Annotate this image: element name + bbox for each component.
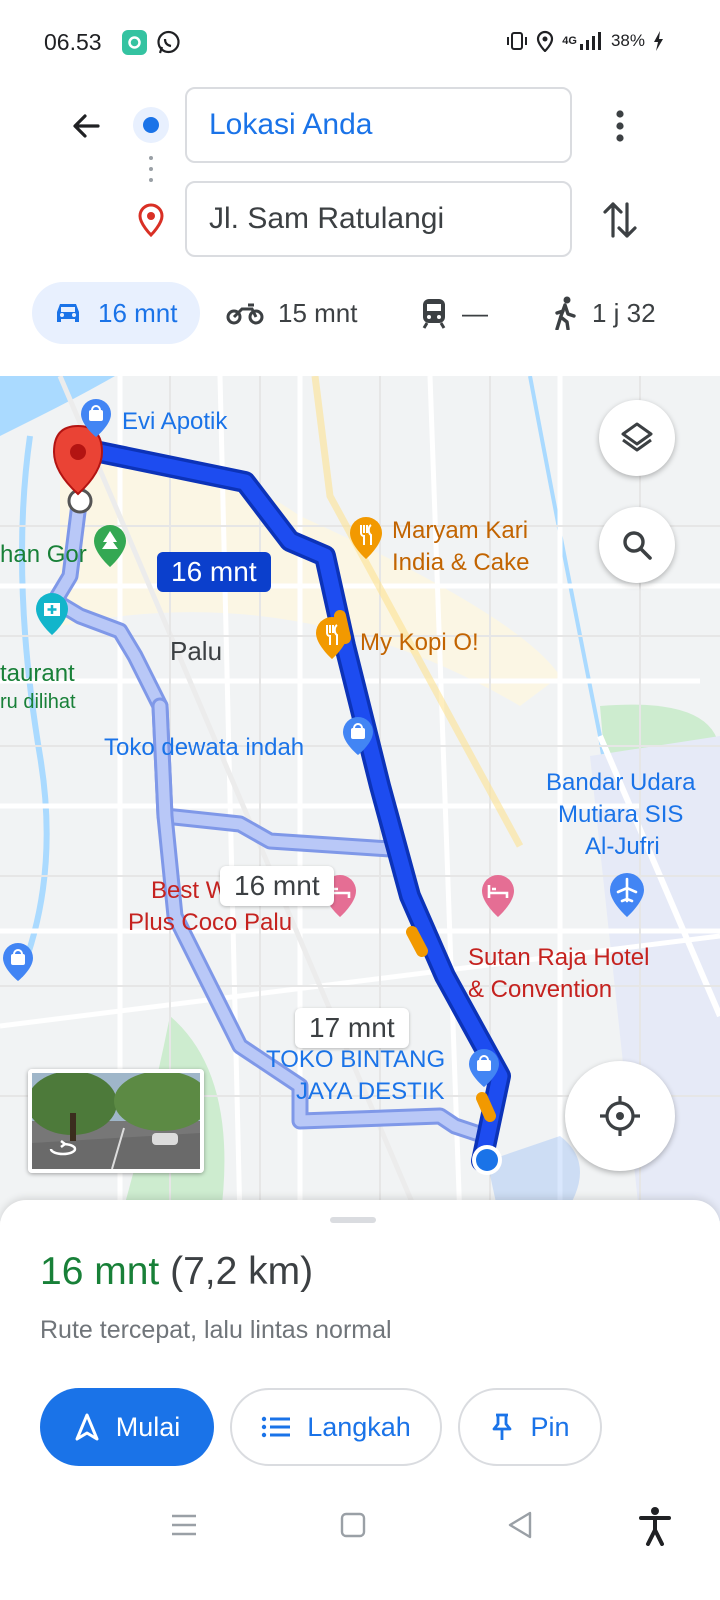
origin-input[interactable]: Lokasi Anda [185, 87, 572, 163]
charging-icon [654, 31, 663, 51]
pin-label: Pin [530, 1411, 570, 1442]
network-type: 4G [562, 35, 577, 47]
status-indicators: 4G 38% [506, 30, 664, 52]
car-icon [57, 304, 79, 322]
restaurant-poi-icon[interactable] [348, 516, 384, 560]
menu-nav-icon[interactable] [170, 1513, 198, 1537]
home-nav-icon[interactable] [340, 1512, 366, 1538]
crosshair-icon [600, 1096, 640, 1136]
poi-best-line1[interactable]: Best W [151, 875, 228, 907]
motorbike-duration: 15 mnt [278, 297, 358, 328]
transit-duration: — [462, 297, 488, 328]
my-location-button[interactable] [565, 1061, 675, 1171]
arrow-left-icon [73, 114, 100, 138]
hospital-poi-icon[interactable] [34, 592, 70, 636]
rotate-360-icon [49, 1140, 77, 1156]
train-icon [422, 299, 446, 329]
pin-button[interactable]: Pin [458, 1388, 602, 1466]
start-navigation-button[interactable]: Mulai [40, 1388, 214, 1466]
system-nav-bar [0, 1490, 720, 1560]
back-button[interactable] [60, 100, 112, 152]
location-status-icon [537, 30, 554, 52]
route-time-alt2[interactable]: 17 mnt [295, 1008, 409, 1048]
layers-button[interactable] [599, 400, 675, 476]
car-duration: 16 mnt [98, 297, 178, 328]
tab-transit[interactable]: — [420, 282, 488, 344]
tab-walk[interactable]: 1 j 32 [552, 282, 656, 344]
poi-my-kopi[interactable]: My Kopi O! [360, 627, 479, 659]
poi-maryam-line2[interactable]: India & Cake [392, 547, 529, 579]
route-description: Rute tercepat, lalu lintas normal [40, 1316, 392, 1344]
status-time: 06.53 [44, 29, 102, 55]
swap-directions-button[interactable] [596, 196, 644, 244]
signal-icon [579, 32, 601, 50]
tab-car[interactable]: 16 mnt [32, 282, 200, 344]
status-bar: 06.53 4G 38% [0, 0, 720, 86]
shopping-poi-icon[interactable] [2, 942, 34, 982]
poi-bandar-line1[interactable]: Bandar Udara [546, 767, 695, 799]
motorbike-icon [226, 303, 264, 325]
battery-level: 38% [610, 31, 645, 50]
poi-bandar-line3[interactable]: Al-Jufri [585, 831, 660, 863]
poi-toko-bintang-line2[interactable]: JAYA DESTIK [296, 1076, 445, 1108]
route-connector-dots [149, 156, 153, 188]
park-poi-icon[interactable] [92, 524, 128, 568]
route-time-primary[interactable]: 16 mnt [157, 552, 271, 592]
street-view-thumbnail[interactable] [28, 1069, 204, 1173]
airport-poi-icon[interactable] [608, 872, 646, 918]
destination-input[interactable]: Jl. Sam Ratulangi [185, 181, 572, 257]
more-options-button[interactable] [600, 100, 640, 152]
current-location-core [476, 1149, 498, 1171]
accessibility-icon[interactable] [638, 1506, 672, 1546]
destination-pin-icon [138, 203, 164, 237]
search-icon [623, 531, 652, 560]
tab-motorbike[interactable]: 15 mnt [226, 282, 358, 344]
map-view[interactable]: Evi Apotik Maryam Kari India & Cake My K… [0, 376, 720, 1221]
route-time-alt1[interactable]: 16 mnt [220, 866, 334, 906]
poi-han-gor[interactable]: han Gor [0, 539, 87, 571]
list-icon [261, 1416, 291, 1438]
poi-best-line2[interactable]: Plus Coco Palu [128, 907, 292, 939]
hotel-poi-icon[interactable] [480, 874, 516, 918]
origin-location-icon [133, 107, 169, 143]
route-summary: 16 mnt (7,2 km) [40, 1250, 313, 1294]
steps-button[interactable]: Langkah [230, 1388, 442, 1466]
vibrate-icon [507, 32, 528, 50]
back-nav-icon[interactable] [506, 1510, 534, 1540]
layers-icon [621, 422, 653, 452]
travel-mode-tabs: 16 mnt 15 mnt — 1 j 32 [0, 282, 720, 346]
walk-icon [555, 296, 576, 330]
cafe-poi-icon[interactable] [314, 616, 350, 660]
poi-sutan-line2[interactable]: & Convention [468, 974, 612, 1006]
shopping-poi-icon[interactable] [468, 1048, 500, 1088]
map-label-palu: Palu [170, 636, 223, 666]
whatsapp-icon [156, 30, 181, 55]
route-distance: (7,2 km) [170, 1250, 314, 1293]
shopping-poi-icon[interactable] [80, 398, 112, 438]
pin-icon [493, 1413, 512, 1440]
navigation-arrow-icon [75, 1413, 99, 1441]
sheet-drag-handle[interactable] [330, 1217, 376, 1223]
swap-vert-icon [603, 202, 637, 238]
route-duration: 16 mnt [40, 1250, 160, 1293]
poi-maryam-line1[interactable]: Maryam Kari [392, 515, 528, 547]
poi-ru-dilihat: ru dilihat [0, 691, 76, 713]
walk-duration: 1 j 32 [592, 297, 656, 328]
start-label: Mulai [115, 1411, 181, 1442]
poi-bandar-line2[interactable]: Mutiara SIS [558, 799, 683, 831]
poi-toko-dewata[interactable]: Toko dewata indah [104, 732, 304, 764]
shopping-poi-icon[interactable] [342, 716, 374, 756]
more-vert-icon [616, 110, 624, 142]
app-notification-icon [122, 30, 147, 55]
search-map-button[interactable] [599, 507, 675, 583]
steps-label: Langkah [307, 1411, 411, 1442]
poi-evi-apotik[interactable]: Evi Apotik [122, 406, 227, 438]
poi-toko-bintang-line1[interactable]: TOKO BINTANG [266, 1044, 445, 1076]
poi-sutan-line1[interactable]: Sutan Raja Hotel [468, 942, 649, 974]
